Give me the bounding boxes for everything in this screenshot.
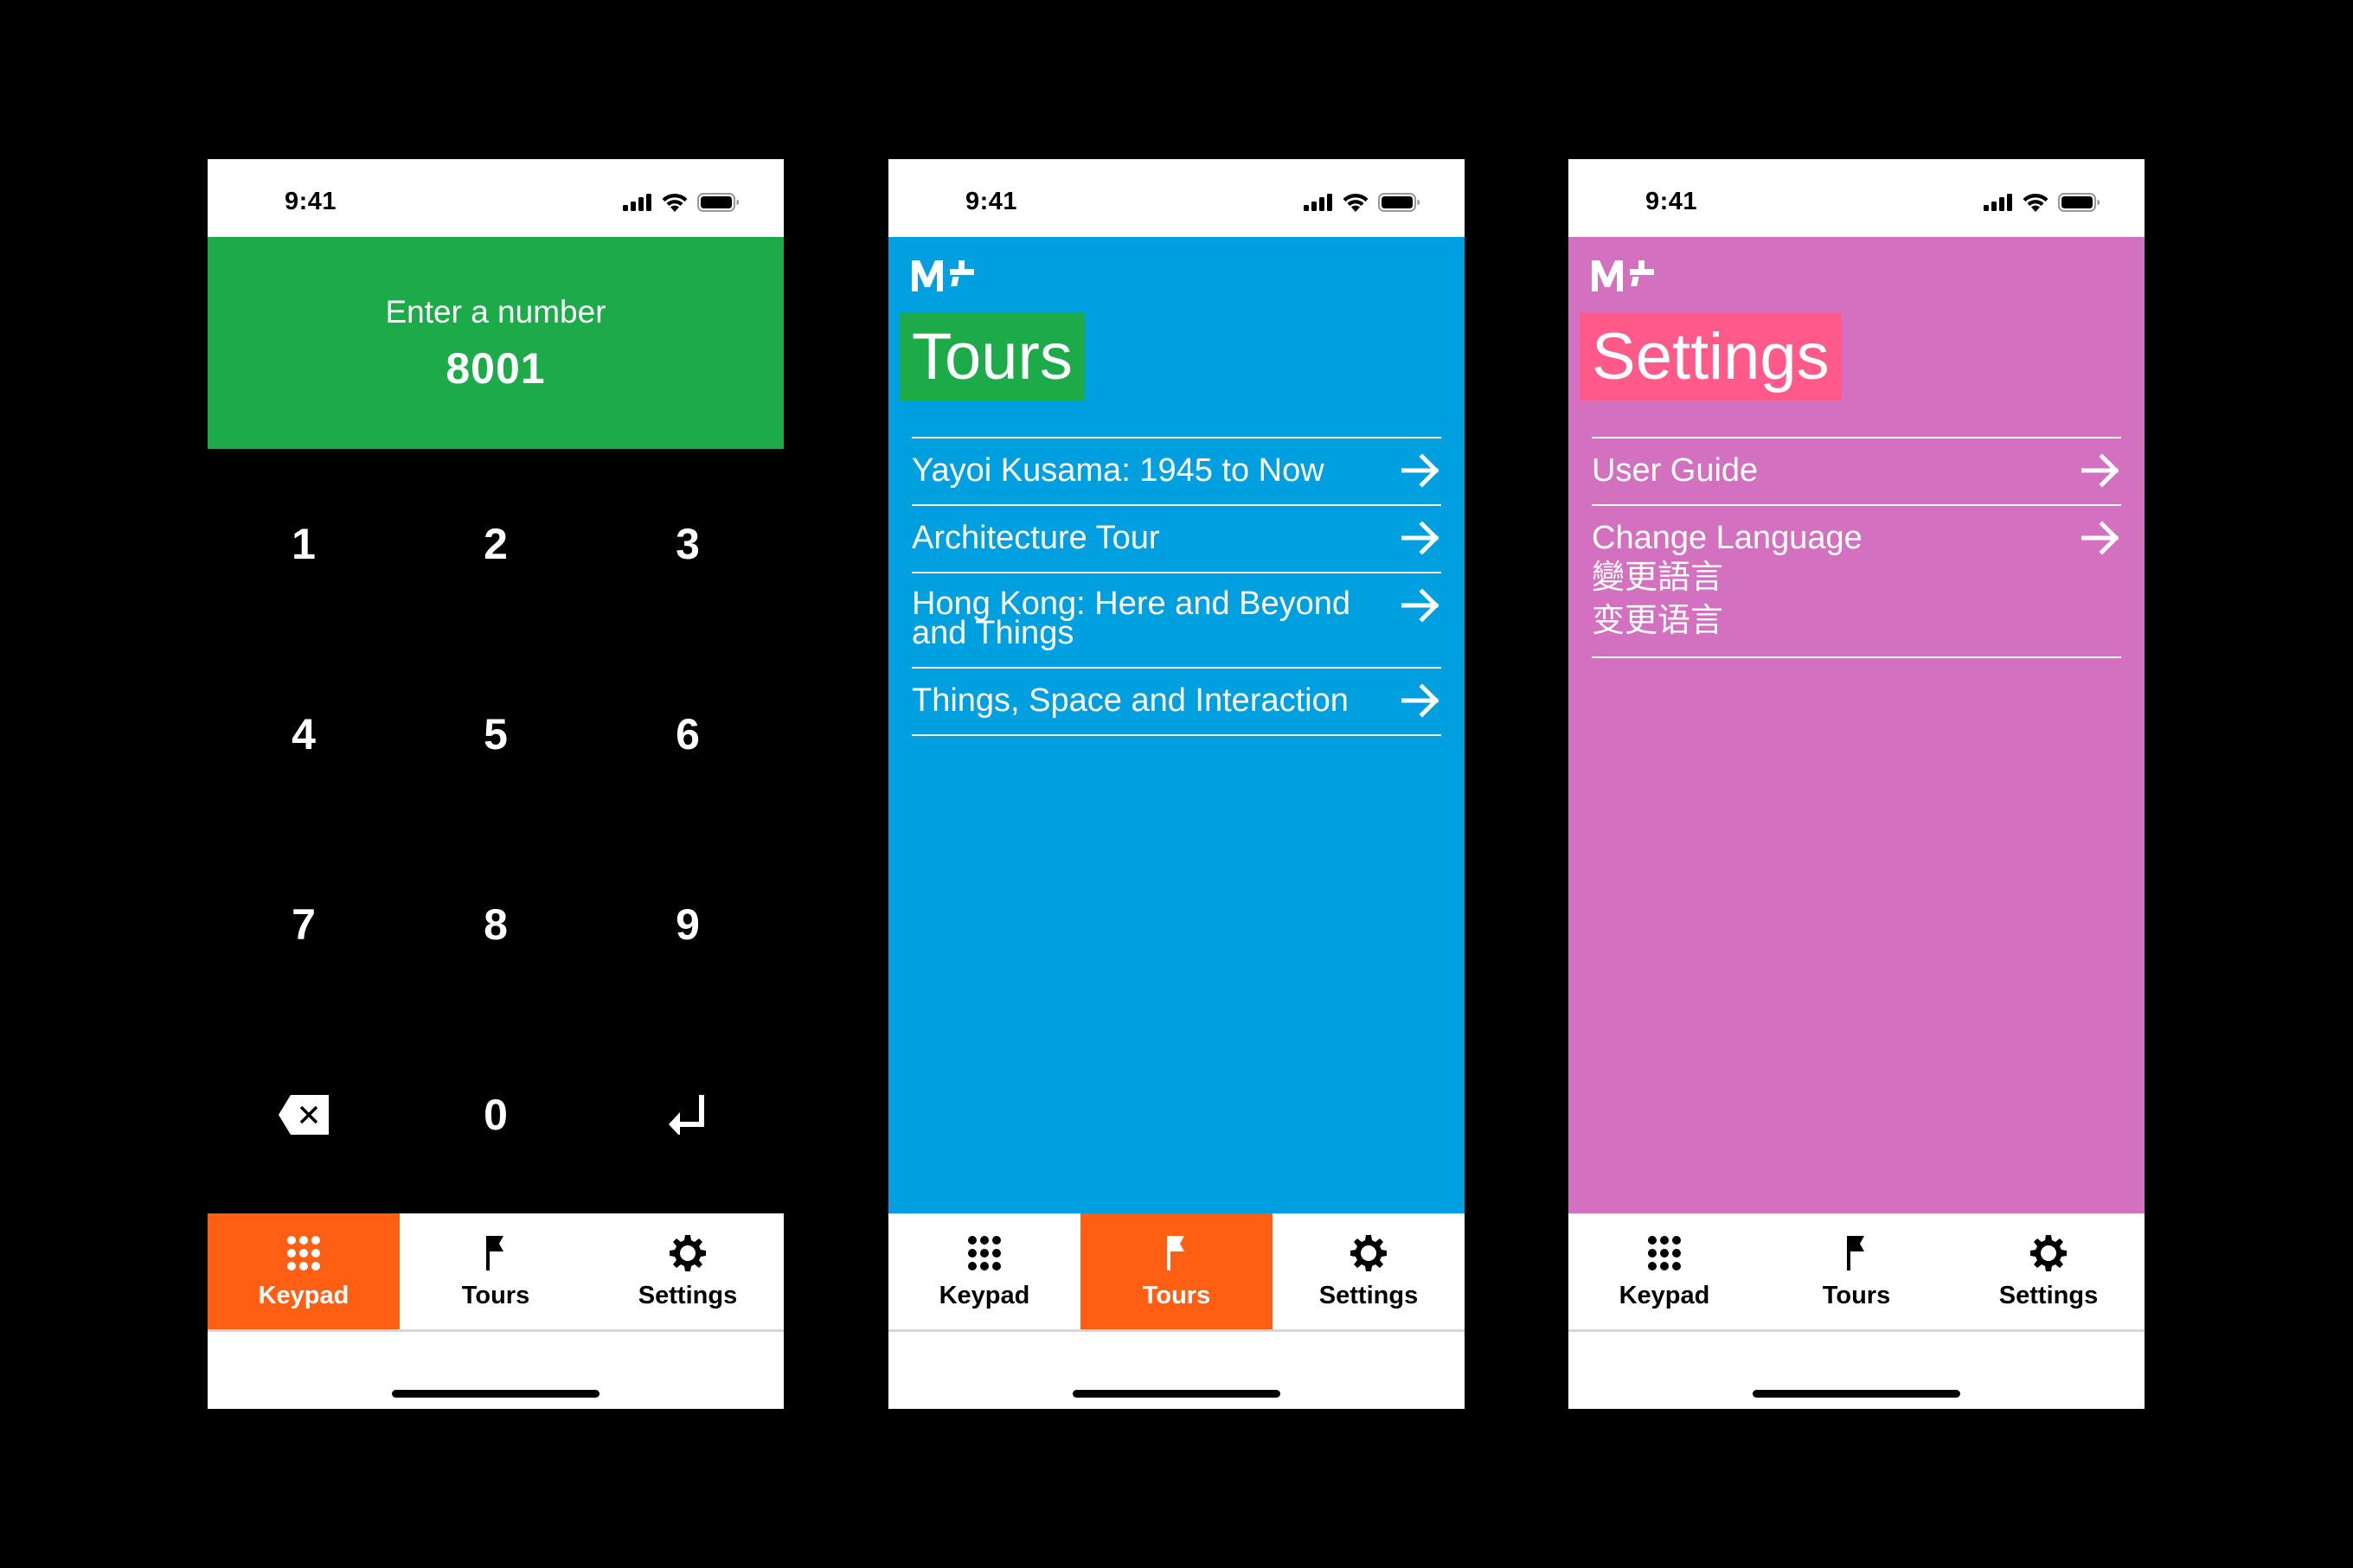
tab-label: Tours: [1142, 1282, 1211, 1309]
backspace-button[interactable]: [208, 1020, 400, 1210]
wifi-icon: [661, 193, 689, 212]
tab-keypad[interactable]: Keypad: [888, 1213, 1080, 1329]
battery-icon: [2058, 193, 2100, 212]
tab-label: Keypad: [258, 1282, 349, 1309]
key-6[interactable]: 6: [592, 639, 784, 829]
tours-list: Yayoi Kusama: 1945 to Now Architecture T…: [912, 437, 1441, 736]
status-time: 9:41: [1645, 188, 1698, 215]
settings-item-label-simplified-chinese: 变更语言: [1592, 603, 1724, 639]
arrow-right-icon: [1401, 588, 1441, 623]
number-pad: 1 2 3 4 5 6 7 8 9 0: [208, 449, 784, 1213]
status-time: 9:41: [285, 188, 337, 215]
tab-label: Settings: [1998, 1282, 2099, 1309]
flag-icon: [475, 1232, 516, 1274]
arrow-right-icon: [2081, 453, 2121, 488]
keypad-screen: Enter a number 8001 1 2 3 4 5 6 7 8 9 0: [208, 237, 784, 1213]
tours-screen: Tours Yayoi Kusama: 1945 to Now Architec…: [888, 237, 1465, 1213]
arrow-right-icon: [2081, 521, 2121, 555]
cellular-signal-icon: [1984, 194, 2013, 211]
gear-icon: [1348, 1232, 1389, 1274]
key-7[interactable]: 7: [208, 829, 400, 1020]
tab-label: Tours: [461, 1282, 530, 1309]
settings-item-label-traditional-chinese: 變更語言: [1592, 560, 1724, 596]
entered-number: 8001: [446, 344, 546, 393]
home-indicator[interactable]: [392, 1390, 599, 1398]
tab-tours[interactable]: Tours: [1080, 1213, 1273, 1329]
status-bar: 9:41: [1568, 159, 2145, 237]
settings-item-label: Change Language: [1592, 520, 1863, 556]
battery-icon: [1378, 193, 1420, 212]
keypad-dots-icon: [964, 1232, 1005, 1274]
key-8[interactable]: 8: [400, 829, 592, 1020]
tour-title: Things, Space and Interaction: [912, 682, 1349, 719]
home-indicator[interactable]: [1753, 1390, 1960, 1398]
tab-label: Keypad: [1619, 1282, 1710, 1309]
keypad-dots-icon: [1644, 1232, 1685, 1274]
cellular-signal-icon: [623, 194, 652, 211]
tab-tours[interactable]: Tours: [1760, 1213, 1952, 1329]
battery-icon: [697, 193, 739, 212]
tour-title: Hong Kong: Here and Beyond and Things: [912, 586, 1351, 651]
tab-bar: Keypad Tours Settings: [1568, 1213, 2145, 1332]
settings-item-user-guide[interactable]: User Guide: [1592, 438, 2121, 506]
tab-settings[interactable]: Settings: [1952, 1213, 2145, 1329]
phone-tours-screen: 9:41 Tours Yayoi Kusama: 1945 to Now Arc…: [888, 159, 1465, 1409]
gear-icon: [667, 1232, 708, 1274]
tab-bar: Keypad Tours Settings: [888, 1213, 1465, 1332]
settings-item-label: User Guide: [1592, 452, 1759, 489]
status-bar: 9:41: [888, 159, 1465, 237]
return-icon: [669, 1095, 704, 1135]
cellular-signal-icon: [1304, 194, 1333, 211]
key-5[interactable]: 5: [400, 639, 592, 829]
key-9[interactable]: 9: [592, 829, 784, 1020]
tab-label: Tours: [1822, 1282, 1891, 1309]
tour-item[interactable]: Architecture Tour: [912, 506, 1441, 573]
status-bar: 9:41: [208, 159, 784, 237]
keypad-dots-icon: [283, 1232, 324, 1274]
tour-title: Architecture Tour: [912, 520, 1160, 556]
enter-button[interactable]: [592, 1020, 784, 1210]
key-2[interactable]: 2: [400, 449, 592, 639]
wifi-icon: [2022, 193, 2049, 212]
page-title: Settings: [1580, 313, 1842, 400]
key-3[interactable]: 3: [592, 449, 784, 639]
m-plus-logo: [1592, 259, 1657, 291]
tab-settings[interactable]: Settings: [1273, 1213, 1465, 1329]
key-1[interactable]: 1: [208, 449, 400, 639]
home-indicator[interactable]: [1073, 1390, 1280, 1398]
status-time: 9:41: [965, 188, 1018, 215]
tab-bar: Keypad Tours Settings: [208, 1213, 784, 1332]
tour-item[interactable]: Things, Space and Interaction: [912, 669, 1441, 736]
key-4[interactable]: 4: [208, 639, 400, 829]
tab-label: Keypad: [939, 1282, 1030, 1309]
settings-item-change-language[interactable]: Change Language 變更語言 变更语言: [1592, 506, 2121, 658]
flag-icon: [1836, 1232, 1877, 1274]
arrow-right-icon: [1401, 453, 1441, 488]
tab-label: Settings: [638, 1282, 738, 1309]
phone-settings-screen: 9:41 Settings User Guide Change Language…: [1568, 159, 2145, 1409]
phone-keypad-screen: 9:41 Enter a number 8001 1 2 3 4 5 6 7 8…: [208, 159, 784, 1409]
tour-title: Yayoi Kusama: 1945 to Now: [912, 452, 1324, 489]
arrow-right-icon: [1401, 521, 1441, 555]
backspace-icon: [279, 1095, 329, 1135]
tour-item[interactable]: Hong Kong: Here and Beyond and Things: [912, 573, 1441, 669]
arrow-right-icon: [1401, 683, 1441, 718]
tab-keypad[interactable]: Keypad: [1568, 1213, 1760, 1329]
wifi-icon: [1342, 193, 1369, 212]
m-plus-logo: [912, 259, 977, 291]
settings-list: User Guide Change Language 變更語言 变更语言: [1592, 437, 2121, 658]
key-0[interactable]: 0: [400, 1020, 592, 1210]
entry-prompt: Enter a number: [385, 294, 606, 330]
settings-screen: Settings User Guide Change Language 變更語言…: [1568, 237, 2145, 1213]
number-entry-display: Enter a number 8001: [208, 237, 784, 449]
tab-keypad[interactable]: Keypad: [208, 1213, 400, 1329]
tab-label: Settings: [1318, 1282, 1419, 1309]
gear-icon: [2028, 1232, 2069, 1274]
tab-settings[interactable]: Settings: [592, 1213, 784, 1329]
tab-tours[interactable]: Tours: [400, 1213, 592, 1329]
page-title: Tours: [900, 313, 1085, 400]
tour-item[interactable]: Yayoi Kusama: 1945 to Now: [912, 438, 1441, 506]
flag-icon: [1156, 1232, 1197, 1274]
